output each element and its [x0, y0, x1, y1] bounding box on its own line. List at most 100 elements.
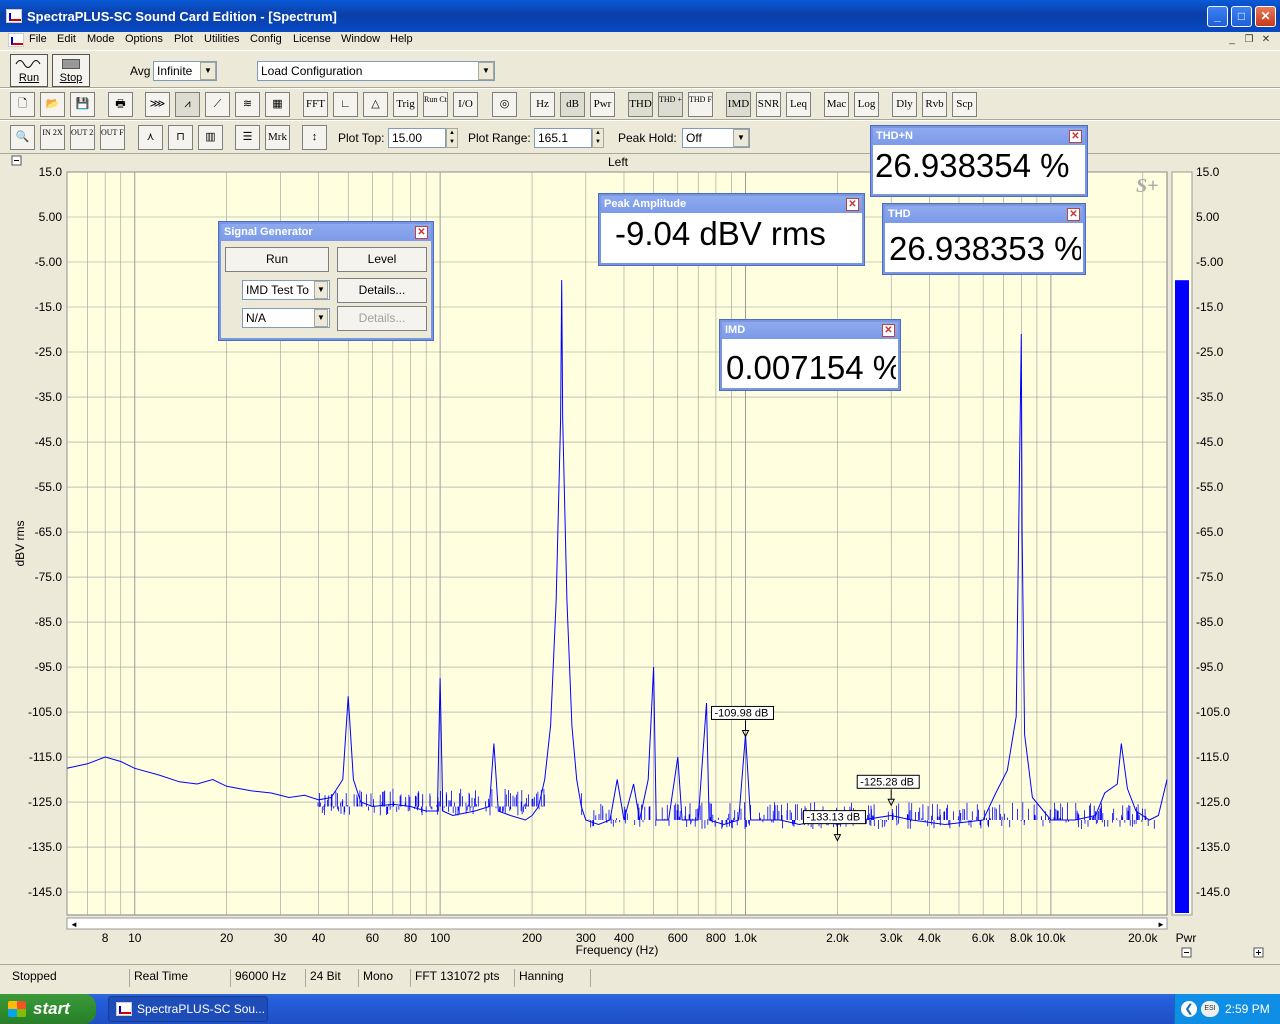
db-button[interactable]: dB	[560, 92, 585, 117]
tray-app-icon[interactable]: ESI	[1201, 1001, 1219, 1017]
imd-close-button[interactable]: ✕	[882, 324, 895, 337]
snr-button[interactable]: SNR	[756, 92, 781, 117]
y-tick-label-left: -145.0	[28, 885, 62, 899]
zoom-out-2x-button[interactable]: OUT 2X	[70, 125, 95, 150]
zoom-in-2x-button[interactable]: IN 2X	[40, 125, 65, 150]
peak-view-button[interactable]: ⋏	[138, 125, 163, 150]
menu-config[interactable]: Config	[250, 33, 282, 45]
scroll-right-icon[interactable]: ►	[1157, 920, 1165, 929]
generator-button[interactable]: ◎	[492, 92, 517, 117]
generator-level-button[interactable]: Level	[337, 247, 427, 272]
horizontal-scrollbar[interactable]	[66, 917, 1168, 930]
spectrum-mode-button[interactable]: ⩘	[175, 92, 200, 117]
menu-license[interactable]: License	[293, 33, 331, 45]
plot-range-label: Plot Range:	[468, 131, 531, 145]
phase-button[interactable]: ≋	[235, 92, 260, 117]
generator-mode-dropdown-arrow[interactable]: ▼	[314, 309, 328, 327]
minimize-button[interactable]: _	[1207, 6, 1228, 27]
thdn-button[interactable]: THD +N	[658, 92, 683, 117]
log-button[interactable]: Log	[854, 92, 879, 117]
generator-details-button-disabled: Details...	[337, 306, 427, 331]
y-tick-label-left: -35.0	[35, 390, 63, 404]
thd-close-button[interactable]: ✕	[1067, 208, 1080, 221]
spectrum-chart[interactable]: 15.0 15.0 5.00 5.00 -5.00 -5.00 -15.0 -15.0 -25.…	[6, 154, 1274, 962]
marker-list-button[interactable]: ☰	[235, 125, 260, 150]
load-configuration-select[interactable]: Load Configuration	[257, 61, 495, 81]
spectrogram-3d-button[interactable]: ▦	[265, 92, 290, 117]
y-tick-label-right: -15.0	[1196, 300, 1224, 314]
generator-run-button[interactable]: Run	[225, 247, 329, 272]
signal-generator-close-button[interactable]: ✕	[415, 226, 428, 239]
mdi-restore-button[interactable]: ❐	[1241, 33, 1257, 47]
vertical-scale-button[interactable]: ↕	[302, 125, 327, 150]
octave-view-button[interactable]: ▥	[198, 125, 223, 150]
scp-button[interactable]: Scp	[952, 92, 977, 117]
y-tick-label-right: -105.0	[1196, 705, 1230, 719]
app-icon[interactable]	[6, 9, 22, 23]
plot-range-spinner[interactable]: ▲ ▼	[592, 128, 604, 148]
imd-button[interactable]: IMD	[726, 92, 751, 117]
taskbar: start SpectraPLUS-SC Sou... ❮ ESI 2:59 P…	[0, 994, 1280, 1024]
y-tick-label-right: -75.0	[1196, 570, 1224, 584]
save-button[interactable]: 💾	[70, 92, 95, 117]
y-axis-label: dBV rms	[13, 520, 27, 566]
menu-mode[interactable]: Mode	[87, 33, 115, 45]
io-button[interactable]: I/O	[453, 92, 478, 117]
time-series-button[interactable]: ⟋	[205, 92, 230, 117]
pwr-button[interactable]: Pwr	[590, 92, 615, 117]
thdn-readout: THD+N ✕ 26.938354 %	[871, 126, 1087, 196]
generator-details-button[interactable]: Details...	[337, 278, 427, 303]
title-bar[interactable]: SpectraPLUS-SC Sound Card Edition - [Spe…	[0, 0, 1280, 32]
print-button[interactable]: 🖶	[108, 92, 133, 117]
bar-view-button[interactable]: ⊓	[168, 125, 193, 150]
new-button[interactable]: 🗋	[10, 92, 35, 117]
plot-range-input[interactable]: 165.1	[534, 128, 592, 148]
axis-button[interactable]: ∟	[333, 92, 358, 117]
leq-button[interactable]: Leq	[786, 92, 811, 117]
taskbar-item-spectraplus[interactable]: SpectraPLUS-SC Sou...	[108, 996, 268, 1022]
thdn-close-button[interactable]: ✕	[1069, 130, 1082, 143]
stop-button[interactable]: Stop	[52, 54, 90, 87]
generator-signal-value: IMD Test To	[246, 283, 309, 297]
menu-plot[interactable]: Plot	[174, 33, 193, 45]
fft-button[interactable]: FFT	[303, 92, 328, 117]
thd-freq-button[interactable]: THD Freq	[688, 92, 713, 117]
plot-top-input[interactable]: 15.00	[388, 128, 446, 148]
mdi-close-button[interactable]: ✕	[1258, 33, 1274, 47]
close-button[interactable]: ✕	[1255, 6, 1276, 27]
weighting-button[interactable]: △	[363, 92, 388, 117]
run-ctrl-button[interactable]: Run Ctrl	[423, 92, 448, 117]
run-button[interactable]: Run	[10, 54, 48, 87]
menu-file[interactable]: File	[29, 33, 47, 45]
plot-top-spinner[interactable]: ▲ ▼	[446, 128, 458, 148]
menu-help[interactable]: Help	[390, 33, 413, 45]
menu-utilities[interactable]: Utilities	[204, 33, 239, 45]
mac-button[interactable]: Mac	[824, 92, 849, 117]
rvb-button[interactable]: Rvb	[922, 92, 947, 117]
generator-signal-dropdown-arrow[interactable]: ▼	[314, 281, 328, 299]
peak-amplitude-close-button[interactable]: ✕	[846, 198, 859, 211]
mdi-minimize-button[interactable]: _	[1224, 33, 1240, 47]
zoom-out-full-button[interactable]: OUT FULL	[100, 125, 125, 150]
mode-button-1[interactable]: ⋙	[145, 92, 170, 117]
menu-window[interactable]: Window	[341, 33, 380, 45]
dly-button[interactable]: Dly	[892, 92, 917, 117]
load-config-dropdown-arrow[interactable]: ▼	[478, 62, 494, 80]
avg-dropdown-arrow[interactable]: ▼	[200, 62, 216, 80]
y-tick-label-right: -25.0	[1196, 345, 1224, 359]
mrk-button[interactable]: Mrk	[265, 125, 290, 150]
menu-edit[interactable]: Edit	[57, 33, 76, 45]
hz-button[interactable]: Hz	[530, 92, 555, 117]
scroll-left-icon[interactable]: ◄	[70, 920, 78, 929]
menu-options[interactable]: Options	[125, 33, 163, 45]
document-icon[interactable]	[8, 33, 24, 47]
open-button[interactable]: 📂	[40, 92, 65, 117]
zoom-button[interactable]: 🔍	[10, 125, 35, 150]
start-button[interactable]: start	[0, 994, 96, 1024]
trig-button[interactable]: Trig	[393, 92, 418, 117]
peak-hold-dropdown-arrow[interactable]: ▼	[733, 129, 749, 147]
chevron-left-icon[interactable]: ❮	[1181, 1001, 1197, 1017]
thd-button[interactable]: THD	[628, 92, 653, 117]
maximize-button[interactable]: □	[1231, 6, 1252, 27]
plot-top-label: Plot Top:	[338, 131, 385, 145]
